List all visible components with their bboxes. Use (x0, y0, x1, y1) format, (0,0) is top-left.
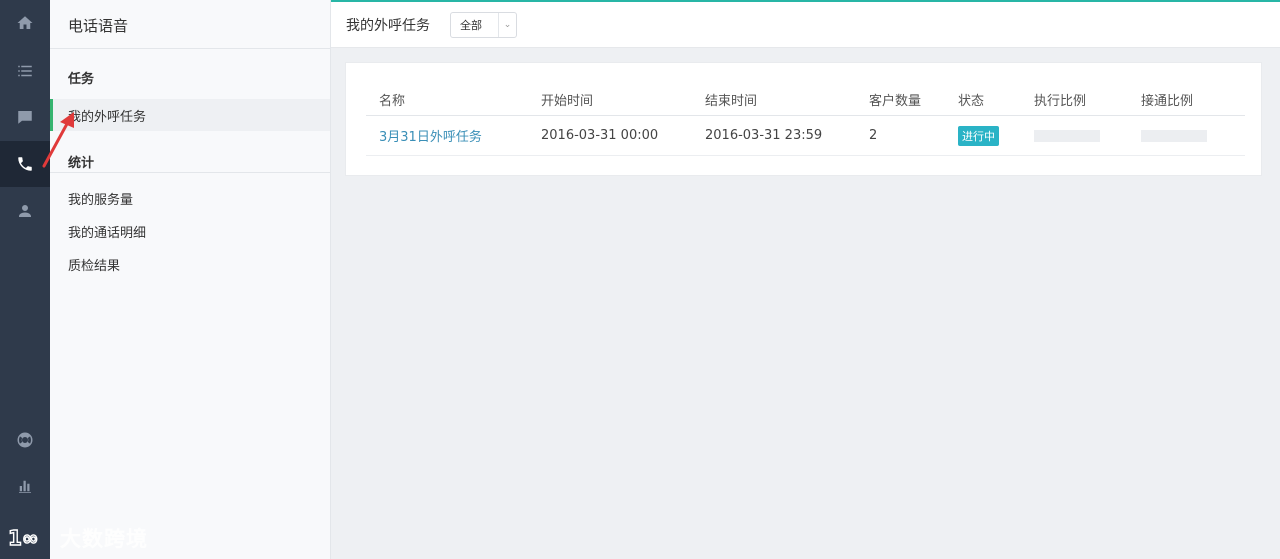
home-icon (17, 16, 33, 29)
svg-text:1∞: 1∞ (8, 526, 39, 550)
annotation-arrow-icon (42, 112, 74, 168)
cell-name: 3月31日外呼任务 (379, 116, 482, 155)
column-header-start-time: 开始时间 (541, 93, 594, 109)
tasks-card: 名称 开始时间 结束时间 客户数量 状态 执行比例 接通比例 3月31日外呼任务… (345, 62, 1262, 176)
cell-start-time: 2016-03-31 00:00 (541, 128, 659, 143)
rail-user[interactable] (0, 188, 50, 234)
status-badge: 进行中 (958, 125, 999, 146)
sidebar-item-my-outbound-tasks[interactable]: 我的外呼任务 (50, 99, 330, 131)
secondary-sidebar: 电话语音 任务 我的外呼任务 统计 我的服务量 我的通话明细 质检结果 (50, 0, 331, 559)
list-icon (18, 65, 32, 77)
cell-customer-count: 2 (869, 128, 878, 143)
sidebar-item-label: 质检结果 (68, 258, 121, 274)
cell-status: 进行中 (958, 116, 999, 155)
column-header-end-time: 结束时间 (705, 93, 758, 109)
sidebar-item-my-service-volume[interactable]: 我的服务量 (50, 182, 330, 214)
table-header: 名称 开始时间 结束时间 客户数量 状态 执行比例 接通比例 (366, 83, 1245, 116)
section-label-tasks: 任务 (68, 72, 95, 87)
page-header: 我的外呼任务 全部 ⌄ (331, 0, 1280, 48)
column-header-exec-ratio: 执行比例 (1034, 93, 1087, 109)
sidebar-item-qa-results[interactable]: 质检结果 (50, 248, 330, 280)
icon-rail (0, 0, 50, 559)
rail-list[interactable] (0, 48, 50, 94)
tasks-table: 名称 开始时间 结束时间 客户数量 状态 执行比例 接通比例 3月31日外呼任务… (366, 83, 1245, 156)
column-header-name: 名称 (379, 93, 406, 109)
lifebuoy-icon (17, 432, 33, 448)
sidebar-item-label: 我的通话明细 (68, 225, 147, 241)
sidebar-item-label: 我的服务量 (68, 192, 134, 208)
watermark-logo-icon: 1∞ (8, 525, 39, 550)
column-header-status: 状态 (958, 93, 985, 109)
phone-icon (18, 157, 32, 171)
user-icon (19, 205, 31, 217)
app-window: 电话语音 任务 我的外呼任务 统计 我的服务量 我的通话明细 质检结果 我的外呼… (0, 0, 1280, 559)
column-header-customer-count: 客户数量 (869, 93, 922, 109)
task-name-link[interactable]: 3月31日外呼任务 (379, 126, 482, 145)
connect-ratio-bar (1141, 129, 1207, 142)
rail-stats[interactable] (0, 463, 50, 509)
watermark-text: 大数跨境 (60, 527, 148, 551)
rail-help[interactable] (0, 417, 50, 463)
sidebar-item-my-call-details[interactable]: 我的通话明细 (50, 215, 330, 247)
rail-home[interactable] (0, 0, 50, 46)
chat-icon (18, 111, 32, 124)
sidebar-title: 电话语音 (68, 17, 129, 35)
table-row: 3月31日外呼任务 2016-03-31 00:00 2016-03-31 23… (366, 116, 1245, 156)
column-header-connect-ratio: 接通比例 (1141, 93, 1194, 109)
filter-selected-value: 全部 (460, 19, 482, 32)
cell-end-time: 2016-03-31 23:59 (705, 128, 823, 143)
sidebar-divider (50, 172, 330, 173)
main-content: 我的外呼任务 全部 ⌄ 名称 开始时间 结束时间 客户数量 状态 执行比例 接通… (331, 0, 1280, 559)
chevron-down-icon: ⌄ (503, 20, 512, 30)
status-filter-select[interactable]: 全部 ⌄ (450, 12, 517, 38)
watermark: 1∞ 大数跨境 (8, 521, 148, 555)
page-title: 我的外呼任务 (346, 18, 430, 34)
sidebar-divider (50, 48, 330, 49)
cell-exec-ratio (1034, 116, 1100, 155)
bar-chart-icon (19, 480, 31, 493)
cell-connect-ratio (1141, 116, 1207, 155)
exec-ratio-bar (1034, 129, 1100, 142)
